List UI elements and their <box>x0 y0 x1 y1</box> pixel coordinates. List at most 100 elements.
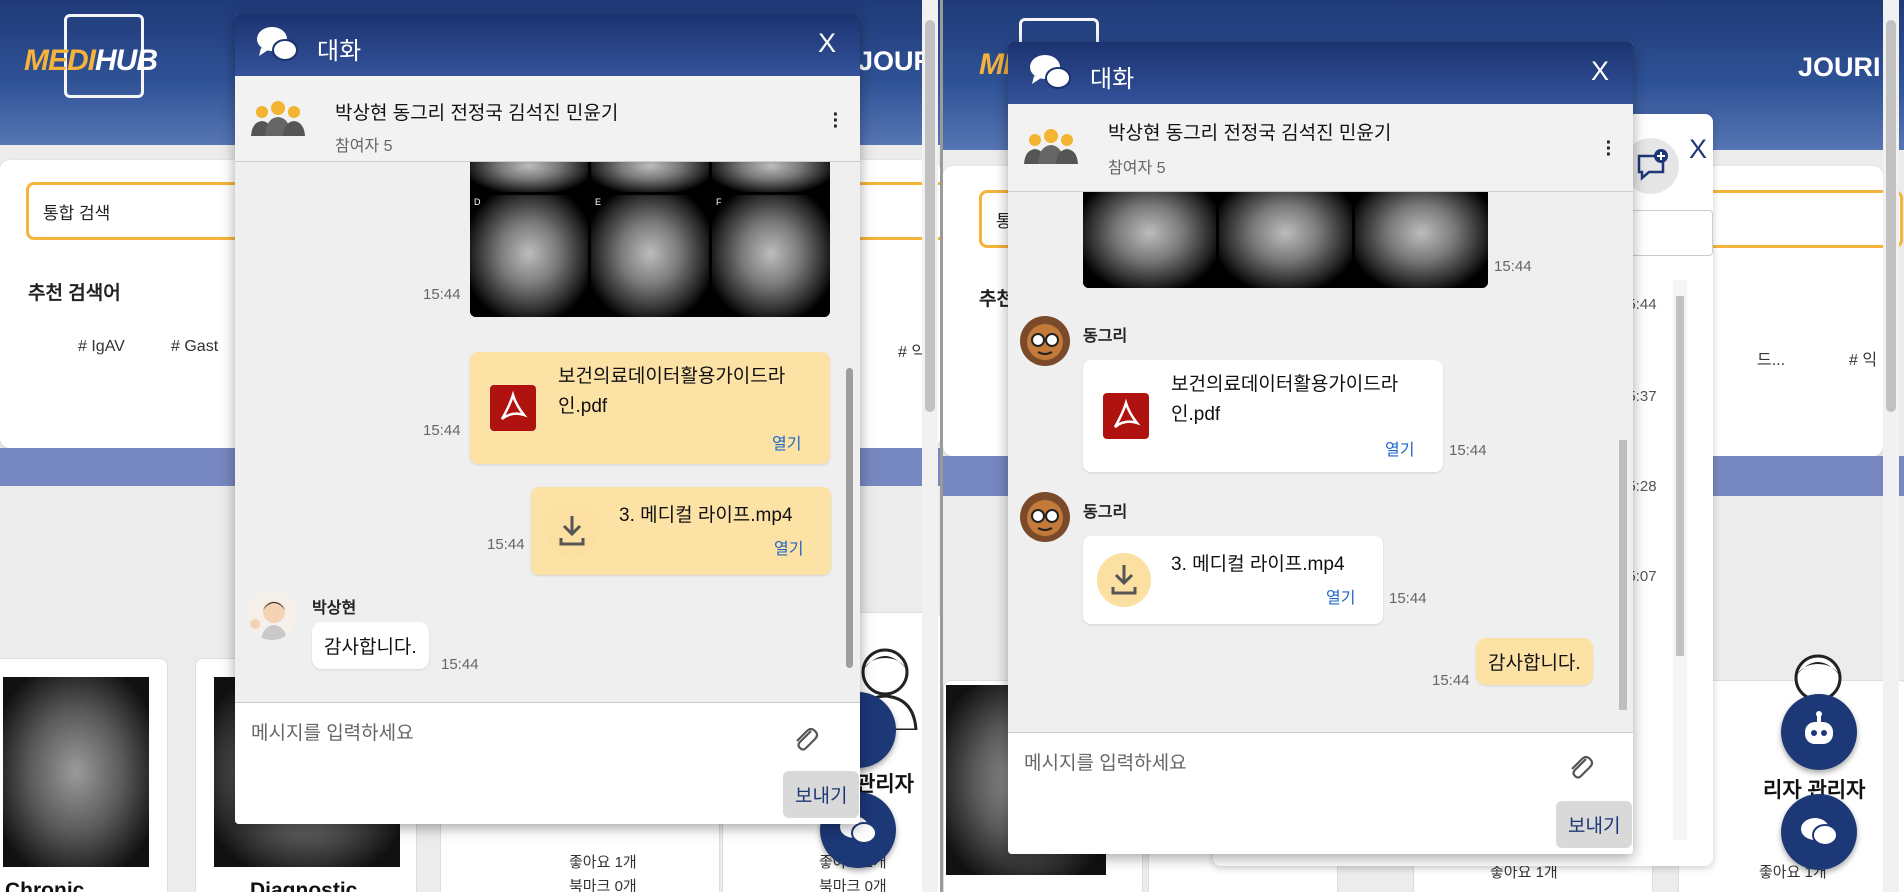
pdf-icon <box>490 385 536 431</box>
message-list[interactable]: 15:44 D E F 15:44 보건의료데이터활용가이드라 인.pdf 열기 … <box>235 162 860 702</box>
page-scrollbar[interactable] <box>922 0 938 892</box>
mri-image-message[interactable] <box>1083 192 1488 288</box>
bookmarks-count: 북마크 0개 <box>819 878 887 892</box>
open-file-link[interactable]: 열기 <box>774 535 803 559</box>
chest-xray-image <box>3 677 149 867</box>
user-avatar <box>1020 316 1070 366</box>
attach-icon[interactable] <box>791 723 819 753</box>
message-time: 15:44 <box>441 656 479 673</box>
chat-close-button[interactable]: X <box>1591 56 1609 87</box>
pdf-icon <box>1103 393 1149 439</box>
chatbot-fab[interactable] <box>1781 694 1857 770</box>
chat-bubbles-icon <box>1030 55 1071 89</box>
send-button[interactable]: 보내기 <box>1556 801 1633 848</box>
tag-item[interactable]: # 익 <box>1849 346 1877 370</box>
search-type-select[interactable]: 통합 검색 <box>26 182 236 240</box>
message-time: 15:44 <box>423 422 461 439</box>
group-icon <box>251 101 305 136</box>
message-scrollbar-thumb[interactable] <box>1619 440 1627 710</box>
message-time: 15:44 <box>1389 590 1427 607</box>
open-file-link[interactable]: 열기 <box>1326 584 1355 608</box>
header-journal-link[interactable]: JOURI <box>1798 52 1881 83</box>
mri-image-message[interactable]: D E F <box>470 162 830 317</box>
message-input[interactable] <box>251 723 771 745</box>
page-scrollbar-thumb[interactable] <box>925 20 935 412</box>
article-title: Chronic <box>5 879 85 892</box>
video-file-message[interactable]: 3. 메디컬 라이프.mp4 열기 <box>531 487 831 575</box>
logo-wordmark: MEDIHUB <box>24 44 158 77</box>
message-list[interactable]: 15:44 동그리 보건의료데이터활용가이드라 인.pdf 열기 15:44 동그… <box>1008 192 1633 732</box>
chat-header: 대화 X <box>1008 42 1633 104</box>
chat-list-scrollbar[interactable] <box>1673 280 1687 840</box>
tag-item[interactable]: 드... <box>1757 346 1785 370</box>
chat-list-close-button[interactable]: X <box>1689 134 1707 165</box>
message-scrollbar[interactable] <box>1615 192 1629 732</box>
page-scrollbar[interactable] <box>1883 0 1899 892</box>
chat-bubbles-icon <box>257 27 298 61</box>
file-name: 보건의료데이터활용가이드라 인.pdf <box>558 366 786 417</box>
search-input-box[interactable] <box>1683 190 1903 248</box>
message-scrollbar-thumb[interactable] <box>846 368 853 668</box>
file-name: 3. 메디컬 라이프.mp4 <box>619 505 793 526</box>
right-window: MEDIHUB JOURI 통 추천 드... # 익 좋아요 1개 좋아요 1… <box>943 0 1904 892</box>
mri-slice: D <box>470 195 588 317</box>
file-name: 3. 메디컬 라이프.mp4 <box>1171 554 1345 575</box>
file-name: 보건의료데이터활용가이드라 인.pdf <box>1171 374 1399 425</box>
chat-fab[interactable] <box>1781 794 1857 870</box>
room-menu-button[interactable]: · · · <box>830 105 840 137</box>
message-input-area: 보내기 <box>235 702 860 824</box>
text-message: 감사합니다. <box>1476 638 1593 685</box>
robot-icon <box>1805 711 1833 744</box>
chat-modal: 대화 X 박상현 동그리 전정국 김석진 민윤기 참여자 5 · · · 15:44… <box>235 14 860 824</box>
page-scrollbar-thumb[interactable] <box>1886 20 1896 412</box>
room-name: 박상현 동그리 전정국 김석진 민윤기 <box>335 103 619 124</box>
chat-title: 대화 <box>1090 66 1135 93</box>
user-avatar <box>1020 492 1070 542</box>
text-message: 감사합니다. <box>312 622 429 669</box>
sender-name: 동그리 <box>1083 504 1128 521</box>
chat-header: 대화 X <box>235 14 860 76</box>
mri-slice <box>712 162 830 192</box>
download-icon <box>545 504 599 558</box>
tag-item[interactable]: # IgAV <box>78 338 125 356</box>
chat-modal: 대화 X 박상현 동그리 전정국 김석진 민윤기 참여자 5 · · · 15:44… <box>1008 42 1633 854</box>
pdf-file-message[interactable]: 보건의료데이터활용가이드라 인.pdf 열기 <box>470 352 830 464</box>
message-input[interactable] <box>1024 753 1544 775</box>
message-input-area: 보내기 <box>1008 732 1633 854</box>
chat-list-scrollbar-thumb[interactable] <box>1676 296 1684 656</box>
bookmarks-count: 북마크 0개 <box>569 878 637 892</box>
likes-count: 좋아요 1개 <box>569 854 637 871</box>
chat-bubbles-icon <box>1801 818 1838 846</box>
article-title: Diagnostic <box>250 879 358 892</box>
search-type-value: 통합 검색 <box>43 203 111 223</box>
video-file-message[interactable]: 3. 메디컬 라이프.mp4 열기 <box>1083 536 1383 624</box>
message-scrollbar[interactable] <box>842 162 856 702</box>
participant-count: 참여자 5 <box>1108 160 1166 177</box>
mri-slice <box>470 162 588 192</box>
chat-close-button[interactable]: X <box>818 28 836 59</box>
room-name: 박상현 동그리 전정국 김석진 민윤기 <box>1108 123 1392 144</box>
participant-count: 참여자 5 <box>335 138 393 155</box>
user-avatar <box>247 590 297 640</box>
pdf-file-message[interactable]: 보건의료데이터활용가이드라 인.pdf 열기 <box>1083 360 1443 472</box>
medihub-logo[interactable]: MEDIHUB <box>24 14 174 102</box>
recommended-title: 추천 검색어 <box>28 283 121 304</box>
mri-slice <box>1083 192 1216 288</box>
chat-room-header: 박상현 동그리 전정국 김석진 민윤기 참여자 5 · · · <box>1008 104 1633 192</box>
chat-room-header: 박상현 동그리 전정국 김석진 민윤기 참여자 5 · · · <box>235 76 860 162</box>
left-window: MEDIHUB JOUR 통합 검색 추천 검색어 # IgAV # Gast … <box>0 0 943 892</box>
article-card[interactable]: Chronic <box>0 658 168 892</box>
chat-title: 대화 <box>317 38 362 65</box>
sender-name: 동그리 <box>1083 328 1128 345</box>
room-menu-button[interactable]: · · · <box>1603 133 1613 165</box>
attach-icon[interactable] <box>1566 751 1594 781</box>
message-time: 15:44 <box>487 536 525 553</box>
message-time: 15:44 <box>423 286 461 303</box>
send-button[interactable]: 보내기 <box>783 771 860 818</box>
tag-item[interactable]: # Gast <box>171 338 218 356</box>
mri-slice <box>1219 192 1352 288</box>
mri-slice: F <box>712 195 830 317</box>
open-file-link[interactable]: 열기 <box>772 430 801 454</box>
download-icon <box>1097 553 1151 607</box>
open-file-link[interactable]: 열기 <box>1385 436 1414 460</box>
